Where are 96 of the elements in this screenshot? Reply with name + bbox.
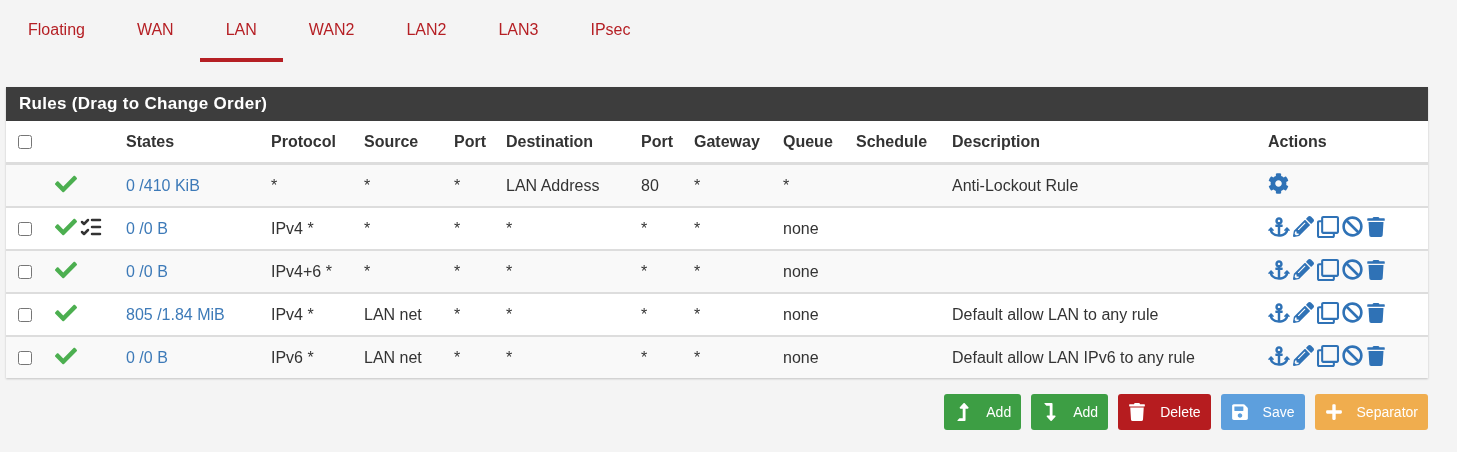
table-cell: Anti-Lockout Rule xyxy=(952,176,1079,194)
table-cell: none xyxy=(783,262,819,280)
table-cell: * xyxy=(364,176,371,194)
delete-button[interactable]: Delete xyxy=(1118,394,1211,430)
edit-icon[interactable] xyxy=(1293,345,1314,366)
copy-icon[interactable] xyxy=(1317,215,1339,238)
table-cell: Default allow LAN to any rule xyxy=(952,305,1159,323)
tab[interactable]: LAN xyxy=(199,2,283,62)
table-cell: none xyxy=(783,305,819,323)
trash-icon xyxy=(1128,403,1147,421)
states-link[interactable]: 0 /410 KiB xyxy=(126,176,200,194)
anchor-icon[interactable] xyxy=(1268,258,1290,281)
table-cell: none xyxy=(783,219,819,237)
add-top-button[interactable]: Add xyxy=(944,394,1022,430)
tab[interactable]: LAN2 xyxy=(380,2,473,62)
table-cell: IPv4+6 * xyxy=(271,262,332,280)
table-cell: * xyxy=(641,348,648,366)
column-header: Port xyxy=(641,132,673,150)
table-cell: LAN net xyxy=(364,305,422,323)
table-cell: IPv4 * xyxy=(271,305,314,323)
panel-title: Rules (Drag to Change Order) xyxy=(6,87,1428,121)
table-cell: LAN net xyxy=(364,348,422,366)
edit-icon[interactable] xyxy=(1293,216,1314,237)
check-icon[interactable] xyxy=(55,216,77,238)
table-cell: * xyxy=(454,305,461,323)
states-link[interactable]: 0 /0 B xyxy=(126,262,168,280)
edit-icon[interactable] xyxy=(1293,302,1314,323)
table-cell: * xyxy=(641,262,648,280)
column-header: Source xyxy=(364,132,419,150)
plus-icon xyxy=(1324,403,1343,421)
table-cell: * xyxy=(694,305,701,323)
table-cell: * xyxy=(641,305,648,323)
column-header: Schedule xyxy=(856,132,928,150)
select-all-checkbox[interactable] xyxy=(18,135,32,150)
table-cell: * xyxy=(694,262,701,280)
tab[interactable]: Floating xyxy=(18,2,111,62)
trash-icon[interactable] xyxy=(1366,345,1386,366)
table-cell: IPv4 * xyxy=(271,219,314,237)
table-cell: * xyxy=(506,262,513,280)
states-link[interactable]: 0 /0 B xyxy=(126,348,168,366)
table-cell: * xyxy=(694,219,701,237)
column-header: Port xyxy=(454,132,486,150)
table-cell: * xyxy=(694,348,701,366)
states-link[interactable]: 805 /1.84 MiB xyxy=(126,305,225,323)
states-link[interactable]: 0 /0 B xyxy=(126,219,168,237)
column-header: Description xyxy=(952,132,1040,150)
row-checkbox[interactable] xyxy=(18,308,32,323)
table-cell: * xyxy=(454,219,461,237)
table-cell: Default allow LAN IPv6 to any rule xyxy=(952,348,1195,366)
table-cell: * xyxy=(454,176,461,194)
column-header: Actions xyxy=(1268,132,1327,150)
row-checkbox[interactable] xyxy=(18,222,32,237)
copy-icon[interactable] xyxy=(1317,258,1339,281)
add-bottom-button[interactable]: Add xyxy=(1031,394,1109,430)
trash-icon[interactable] xyxy=(1366,259,1386,280)
table-cell: * xyxy=(641,219,648,237)
table-cell: * xyxy=(271,176,278,194)
table-cell: * xyxy=(506,305,513,323)
trash-icon[interactable] xyxy=(1366,302,1386,323)
edit-icon[interactable] xyxy=(1293,259,1314,280)
disable-icon[interactable] xyxy=(1342,345,1363,366)
copy-icon[interactable] xyxy=(1317,301,1339,324)
table-cell: * xyxy=(506,348,513,366)
disable-icon[interactable] xyxy=(1342,259,1363,280)
row-checkbox[interactable] xyxy=(18,265,32,280)
table-cell: * xyxy=(454,348,461,366)
table-cell: LAN Address xyxy=(506,176,600,194)
table-cell: * xyxy=(694,176,701,194)
save-icon xyxy=(1230,403,1249,421)
table-cell: IPv6 * xyxy=(271,348,314,366)
settings-icon[interactable] xyxy=(1268,173,1289,194)
table-cell: * xyxy=(454,262,461,280)
table-cell: * xyxy=(783,176,790,194)
row-checkbox[interactable] xyxy=(18,351,32,366)
tab[interactable]: WAN xyxy=(110,2,200,62)
anchor-icon[interactable] xyxy=(1268,215,1290,238)
disable-icon[interactable] xyxy=(1342,302,1363,323)
table-cell: none xyxy=(783,348,819,366)
disable-icon[interactable] xyxy=(1342,216,1363,237)
column-header: Protocol xyxy=(271,132,336,150)
tab[interactable]: IPsec xyxy=(564,2,657,62)
column-header: Queue xyxy=(783,132,833,150)
anchor-icon[interactable] xyxy=(1268,344,1290,367)
column-header: States xyxy=(126,132,175,150)
anchor-icon[interactable] xyxy=(1268,301,1290,324)
column-header: Gateway xyxy=(694,132,760,150)
copy-icon[interactable] xyxy=(1317,344,1339,367)
save-button[interactable]: Save xyxy=(1220,394,1305,430)
trash-icon[interactable] xyxy=(1366,216,1386,237)
tab[interactable]: WAN2 xyxy=(282,2,381,62)
tab[interactable]: LAN3 xyxy=(472,2,565,62)
table-cell: * xyxy=(364,219,371,237)
table-cell: * xyxy=(364,262,371,280)
table-cell: * xyxy=(506,219,513,237)
column-header: Destination xyxy=(506,132,594,150)
table-cell: 80 xyxy=(641,176,659,194)
